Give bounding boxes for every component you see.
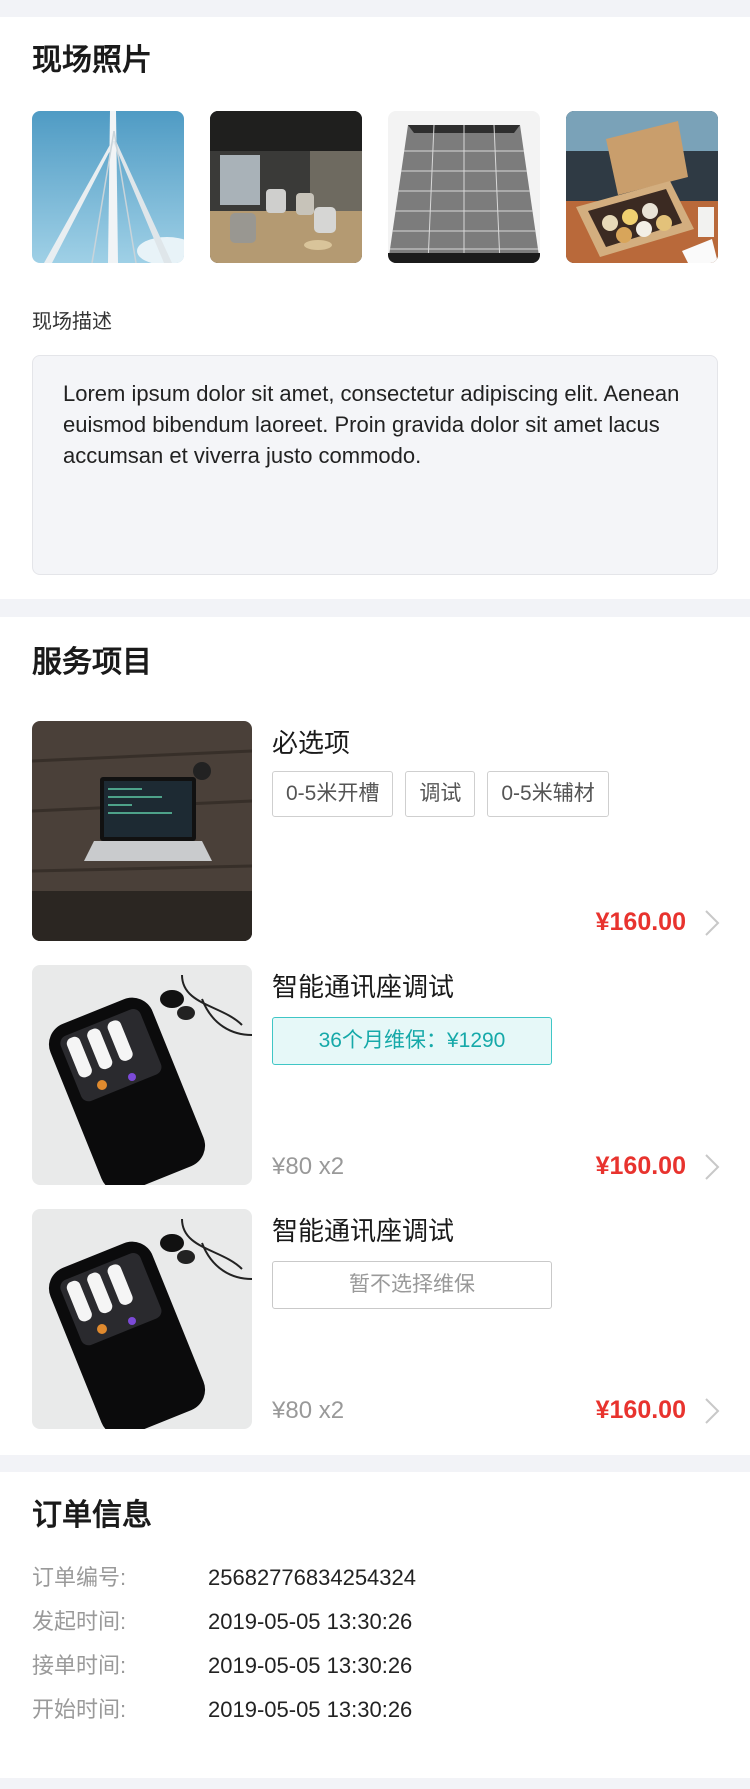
- service-image: [32, 965, 252, 1185]
- section-title-photos: 现场照片: [32, 44, 152, 77]
- phone-photo-icon: [32, 965, 252, 1185]
- description-text: Lorem ipsum dolor sit amet, consectetur …: [32, 355, 718, 575]
- order-label: 发起时间:: [32, 1609, 127, 1634]
- order-value: 2019-05-05 13:30:26: [208, 1609, 413, 1634]
- service-items-section: 服务项目 必选项 0-5米开槽 调试 0-5米辅材 ¥160.00 智能通讯座调…: [0, 617, 750, 1455]
- service-price: ¥160.00: [595, 1152, 686, 1180]
- office-photo-icon: [210, 111, 362, 263]
- building-photo-icon: [388, 111, 540, 263]
- service-price: ¥160.00: [595, 1396, 686, 1424]
- unit-price-quantity: ¥80 x2: [272, 1397, 345, 1424]
- order-value: 25682776834254324: [208, 1565, 417, 1590]
- service-price: ¥160.00: [595, 908, 686, 936]
- laptop-photo-icon: [32, 721, 252, 941]
- order-value: 2019-05-05 13:30:26: [208, 1697, 413, 1722]
- order-label: 订单编号:: [32, 1565, 127, 1590]
- chevron-right-icon[interactable]: [704, 1153, 720, 1181]
- tower-photo-icon: [32, 111, 184, 263]
- photo-thumb-office[interactable]: [210, 111, 362, 263]
- service-image: [32, 721, 252, 941]
- service-item[interactable]: 智能通讯座调试 暂不选择维保 ¥80 x2 ¥160.00: [0, 1209, 750, 1431]
- service-tags: 0-5米开槽 调试 0-5米辅材: [272, 771, 609, 817]
- section-title-order: 订单信息: [32, 1499, 152, 1532]
- order-value: 2019-05-05 13:30:26: [208, 1653, 413, 1678]
- unit-price-quantity: ¥80 x2: [272, 1153, 345, 1180]
- order-info-section: 订单信息 订单编号: 25682776834254324 发起时间: 2019-…: [0, 1472, 750, 1778]
- chevron-right-icon[interactable]: [704, 909, 720, 937]
- service-tag: 调试: [405, 771, 476, 817]
- order-label: 开始时间:: [32, 1697, 127, 1722]
- service-name: 智能通讯座调试: [272, 972, 455, 1002]
- order-label: 接单时间:: [32, 1653, 127, 1678]
- service-name: 必选项: [272, 728, 351, 758]
- service-item[interactable]: 智能通讯座调试 36个月维保：¥1290 ¥80 x2 ¥160.00: [0, 965, 750, 1187]
- site-photos-section: 现场照片 现场描述 Lorem ipsum dolor sit amet, co…: [0, 17, 750, 599]
- warranty-option-none[interactable]: 暂不选择维保: [272, 1261, 552, 1309]
- section-title-services: 服务项目: [32, 646, 152, 679]
- description-label: 现场描述: [32, 311, 112, 333]
- photo-thumb-tower[interactable]: [32, 111, 184, 263]
- service-tag: 0-5米开槽: [272, 771, 394, 817]
- photo-thumb-building[interactable]: [388, 111, 540, 263]
- chevron-right-icon[interactable]: [704, 1397, 720, 1425]
- service-name: 智能通讯座调试: [272, 1216, 455, 1246]
- phone-photo-icon: [32, 1209, 252, 1429]
- service-item[interactable]: 必选项 0-5米开槽 调试 0-5米辅材 ¥160.00: [0, 721, 750, 943]
- photo-thumb-food-box[interactable]: [566, 111, 718, 263]
- warranty-option-selected[interactable]: 36个月维保：¥1290: [272, 1017, 552, 1065]
- service-tag: 0-5米辅材: [487, 771, 609, 817]
- service-image: [32, 1209, 252, 1429]
- food-box-photo-icon: [566, 111, 718, 263]
